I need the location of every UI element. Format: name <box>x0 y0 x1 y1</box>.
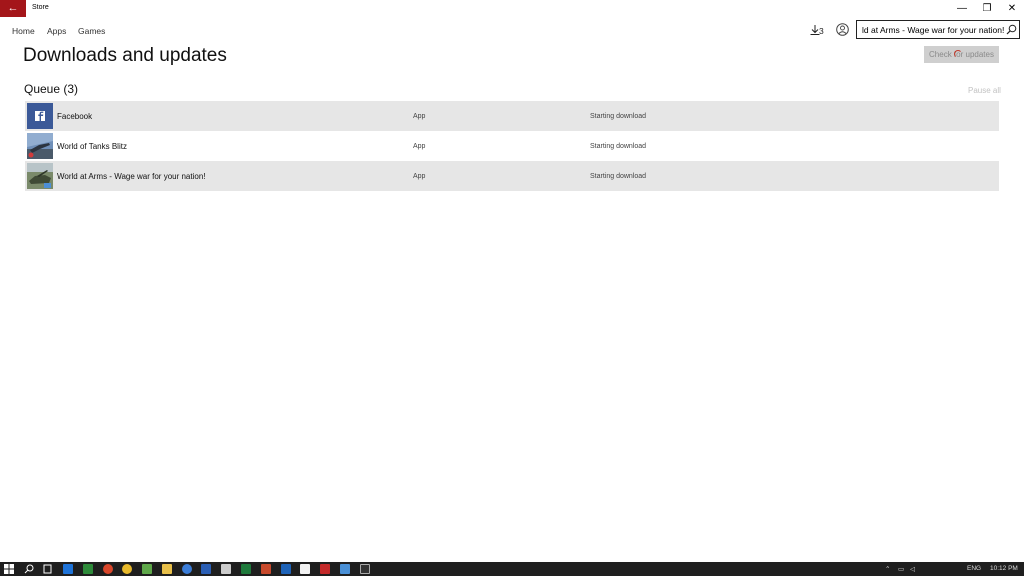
loading-spinner-icon <box>954 50 962 58</box>
nav-home[interactable]: Home <box>12 26 35 36</box>
windows-start-icon[interactable] <box>4 564 14 574</box>
app-icon[interactable] <box>340 564 350 574</box>
queue-item-status: Starting download <box>590 143 647 150</box>
queue-item-type: App <box>413 143 426 150</box>
queue-item-name: World at Arms - Wage war for your nation… <box>57 172 206 181</box>
search-input[interactable]: ld at Arms - Wage war for your nation! <box>856 20 1020 39</box>
terminal-icon[interactable] <box>360 564 370 574</box>
pause-all-button[interactable]: Pause all <box>968 86 1001 95</box>
notepad-icon[interactable] <box>300 564 310 574</box>
maximize-button[interactable]: ❐ <box>975 0 999 18</box>
word-icon[interactable] <box>201 564 211 574</box>
store-icon[interactable] <box>221 564 231 574</box>
app-icon[interactable] <box>83 564 93 574</box>
queue-item-type: App <box>413 173 426 180</box>
taskbar: ⌃ ▭ ◁ ENG 10:12 PM <box>0 562 1024 576</box>
nav-games[interactable]: Games <box>78 26 105 36</box>
close-button[interactable]: ✕ <box>1000 0 1024 18</box>
language-indicator[interactable]: ENG <box>967 565 981 572</box>
excel-icon[interactable] <box>241 564 251 574</box>
title-bar: ← Store — ❐ ✕ <box>0 0 1024 18</box>
minimize-button[interactable]: — <box>950 0 974 18</box>
queue-item-status: Starting download <box>590 113 647 120</box>
world-of-tanks-icon <box>27 133 53 159</box>
task-view-icon[interactable] <box>42 564 53 574</box>
page-title: Downloads and updates <box>23 45 227 66</box>
download-queue: Facebook App Starting download World of … <box>25 101 999 191</box>
queue-row[interactable]: World at Arms - Wage war for your nation… <box>25 161 999 191</box>
queue-heading: Queue (3) <box>24 82 79 96</box>
volume-icon[interactable]: ◁ <box>910 565 915 573</box>
clock[interactable]: 10:12 PM <box>990 565 1018 572</box>
download-count[interactable]: 3 <box>819 26 824 36</box>
file-explorer-icon[interactable] <box>162 564 172 574</box>
user-avatar-icon[interactable] <box>836 23 849 36</box>
nav-apps[interactable]: Apps <box>47 26 66 36</box>
chrome-icon[interactable] <box>122 564 132 574</box>
queue-item-name: Facebook <box>57 112 93 121</box>
queue-item-type: App <box>413 113 426 120</box>
queue-row[interactable]: World of Tanks Blitz App Starting downlo… <box>25 131 999 161</box>
queue-item-name: World of Tanks Blitz <box>57 142 127 151</box>
app-icon[interactable] <box>182 564 192 574</box>
powerpoint-icon[interactable] <box>261 564 271 574</box>
app-icon[interactable] <box>320 564 330 574</box>
search-icon[interactable] <box>24 564 34 574</box>
facebook-icon <box>27 103 53 129</box>
outlook-icon[interactable] <box>281 564 291 574</box>
world-at-arms-icon <box>27 163 53 189</box>
app-icon[interactable] <box>142 564 152 574</box>
back-button[interactable]: ← <box>0 0 26 17</box>
app-title: Store <box>32 4 49 11</box>
network-icon[interactable]: ▭ <box>898 565 904 573</box>
queue-row[interactable]: Facebook App Starting download <box>25 101 999 131</box>
search-icon[interactable] <box>1006 24 1017 35</box>
browser-icon[interactable] <box>103 564 113 574</box>
search-input-value: ld at Arms - Wage war for your nation! <box>862 25 1005 35</box>
queue-item-status: Starting download <box>590 173 647 180</box>
tray-chevron-icon[interactable]: ⌃ <box>885 565 890 573</box>
edge-icon[interactable] <box>63 564 73 574</box>
